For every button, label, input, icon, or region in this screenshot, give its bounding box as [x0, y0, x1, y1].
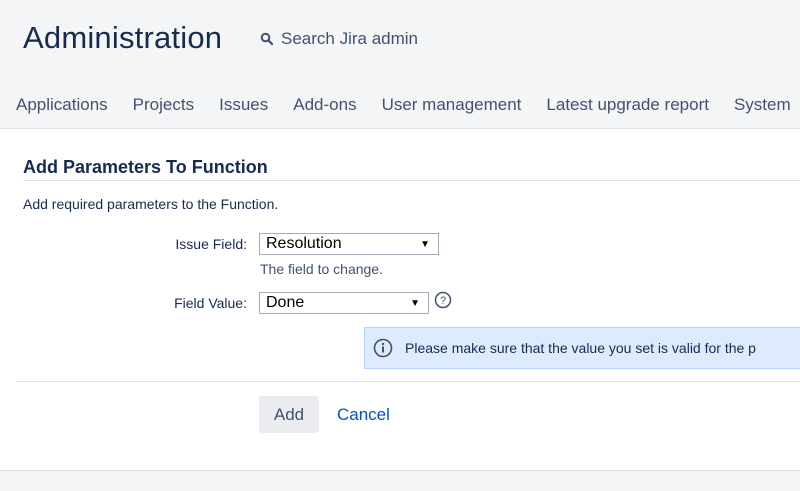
add-button[interactable]: Add [259, 396, 319, 433]
field-value-value: Done [266, 294, 305, 311]
nav-item-system[interactable]: System [734, 95, 791, 115]
nav-item-user-management[interactable]: User management [382, 95, 522, 115]
panel-description: Add required parameters to the Function. [23, 196, 279, 212]
nav-item-latest-upgrade-report[interactable]: Latest upgrade report [546, 95, 709, 115]
field-value-label: Field Value: [174, 295, 247, 311]
issue-field-help: The field to change. [260, 261, 383, 277]
cancel-link[interactable]: Cancel [337, 405, 390, 425]
info-message: Please make sure that the value you set … [364, 327, 800, 369]
help-icon[interactable]: ? [434, 291, 452, 309]
nav-item-projects[interactable]: Projects [133, 95, 194, 115]
issue-field-select[interactable]: Resolution ▼ [259, 233, 439, 255]
admin-header: Administration Search Jira admin Applica… [0, 0, 800, 129]
dropdown-arrow-icon: ▼ [410, 297, 420, 309]
admin-nav: Applications Projects Issues Add-ons Use… [16, 95, 791, 115]
dropdown-arrow-icon: ▼ [420, 238, 430, 250]
title-divider [23, 180, 800, 181]
nav-item-applications[interactable]: Applications [16, 95, 108, 115]
info-message-text: Please make sure that the value you set … [405, 340, 756, 356]
search-placeholder: Search Jira admin [281, 29, 419, 48]
info-icon [373, 338, 393, 358]
svg-text:?: ? [440, 295, 446, 307]
form-divider [16, 381, 800, 382]
search-icon [260, 32, 274, 46]
field-value-select[interactable]: Done ▼ [259, 292, 429, 314]
panel-title: Add Parameters To Function [23, 157, 268, 177]
search-admin[interactable]: Search Jira admin [260, 29, 418, 49]
page-title: Administration [23, 20, 223, 55]
issue-field-label: Issue Field: [175, 236, 247, 252]
issue-field-value: Resolution [266, 235, 342, 252]
nav-item-issues[interactable]: Issues [219, 95, 268, 115]
add-parameters-panel: Add Parameters To Function Add required … [0, 129, 800, 471]
nav-item-add-ons[interactable]: Add-ons [293, 95, 356, 115]
